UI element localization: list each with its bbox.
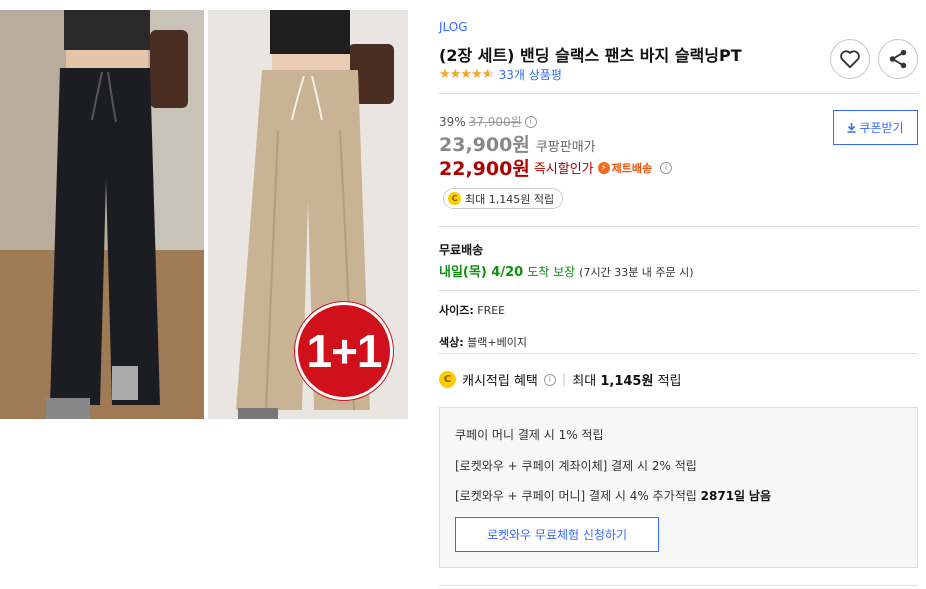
product-photo-black [0,10,204,419]
payment-benefits-box: 쿠페이 머니 결제 시 1% 적립 [로켓와우 + 쿠페이 계좌이체] 결제 시… [439,407,918,568]
size-label: 사이즈: [439,304,474,317]
cash-benefit-row: C 캐시적립 혜택 i | 최대 1,145원 적립 [439,370,682,389]
benefit-line: [로켓와우 + 쿠페이 계좌이체] 결제 시 2% 적립 [455,459,697,473]
divider [439,353,918,354]
brand-link[interactable]: JLOG [439,20,468,34]
instant-price: 22,900원 [439,158,530,180]
black-pants-illustration [0,10,204,419]
product-image[interactable]: 1+1 [0,10,408,419]
divider [439,290,918,291]
benefit-line: 쿠페이 머니 결제 시 1% 적립 [455,428,604,442]
sale-price-label: 쿠팡판매가 [535,140,596,155]
shipping-title: 무료배송 [439,243,484,257]
cash-coin-icon: C [448,192,461,205]
coupon-download-button[interactable]: 쿠폰받기 [833,110,918,145]
info-icon[interactable]: i [524,115,537,128]
divider [439,93,918,94]
info-icon[interactable]: i [660,161,673,174]
coupon-button-label: 쿠폰받기 [859,121,904,135]
cash-benefit-label: 캐시적립 혜택 [462,374,538,389]
shipping-date: 내일(목) 4/20 [439,265,524,280]
promo-badge: 1+1 [295,302,393,400]
product-title: (2장 세트) 밴딩 슬랙스 팬츠 바지 슬랙닝PT [439,46,742,65]
cash-reward-pill: C 최대 1,145원 적립 [443,188,564,209]
discount-rate: 39% [439,114,466,129]
rating-stars-icon: ★★★★★★ [439,67,495,82]
color-option[interactable]: 색상: 블랙+베이지 [439,334,527,350]
rocket-wow-trial-button[interactable]: 로켓와우 무료체험 신청하기 [455,517,659,552]
wishlist-button[interactable] [830,39,870,79]
info-icon[interactable]: i [543,373,556,386]
jet-delivery-label: 제트배송 [611,161,653,175]
review-count-link[interactable]: 33개 상품평 [499,66,562,83]
sale-price: 23,900원 [439,134,530,156]
divider [439,226,918,227]
instant-price-row: 22,900원 즉시할인가 ⚡ 제트배송 i [439,154,673,181]
sale-price-row: 23,900원 쿠팡판매가 [439,130,596,157]
jet-delivery-icon: ⚡ [597,161,610,174]
product-info: JLOG (2장 세트) 밴딩 슬랙스 팬츠 바지 슬랙닝PT ★★★★★★ 3… [439,0,918,589]
color-label: 색상: [439,336,464,349]
heart-icon [840,50,860,69]
rating[interactable]: ★★★★★★ 33개 상품평 [439,66,562,83]
download-icon [847,122,856,133]
color-value: 블랙+베이지 [467,336,527,349]
cash-pill-label: 최대 1,145원 적립 [465,192,555,206]
cash-coin-icon: C [439,371,456,388]
original-price: 37,900원 [468,115,522,129]
instant-price-label: 즉시할인가 [533,162,594,177]
shipping-eta: 내일(목) 4/20 도착 보장 (7시간 33분 내 주문 시) [439,261,694,280]
discount-row: 39% 37,900원 i [439,113,537,130]
share-icon [889,49,907,69]
jet-delivery-badge: ⚡ 제트배송 [597,160,653,176]
shipping-guarantee: 도착 보장 [527,265,576,279]
cash-max: 최대 1,145원 적립 [572,374,682,389]
size-option[interactable]: 사이즈: FREE [439,302,505,318]
divider [439,585,918,586]
share-button[interactable] [878,39,918,79]
shipping-cutoff: (7시간 33분 내 주문 시) [579,266,694,279]
size-value: FREE [477,304,506,317]
benefit-line: [로켓와우 + 쿠페이 머니] 결제 시 4% 추가적립 2871일 남음 [455,489,772,503]
